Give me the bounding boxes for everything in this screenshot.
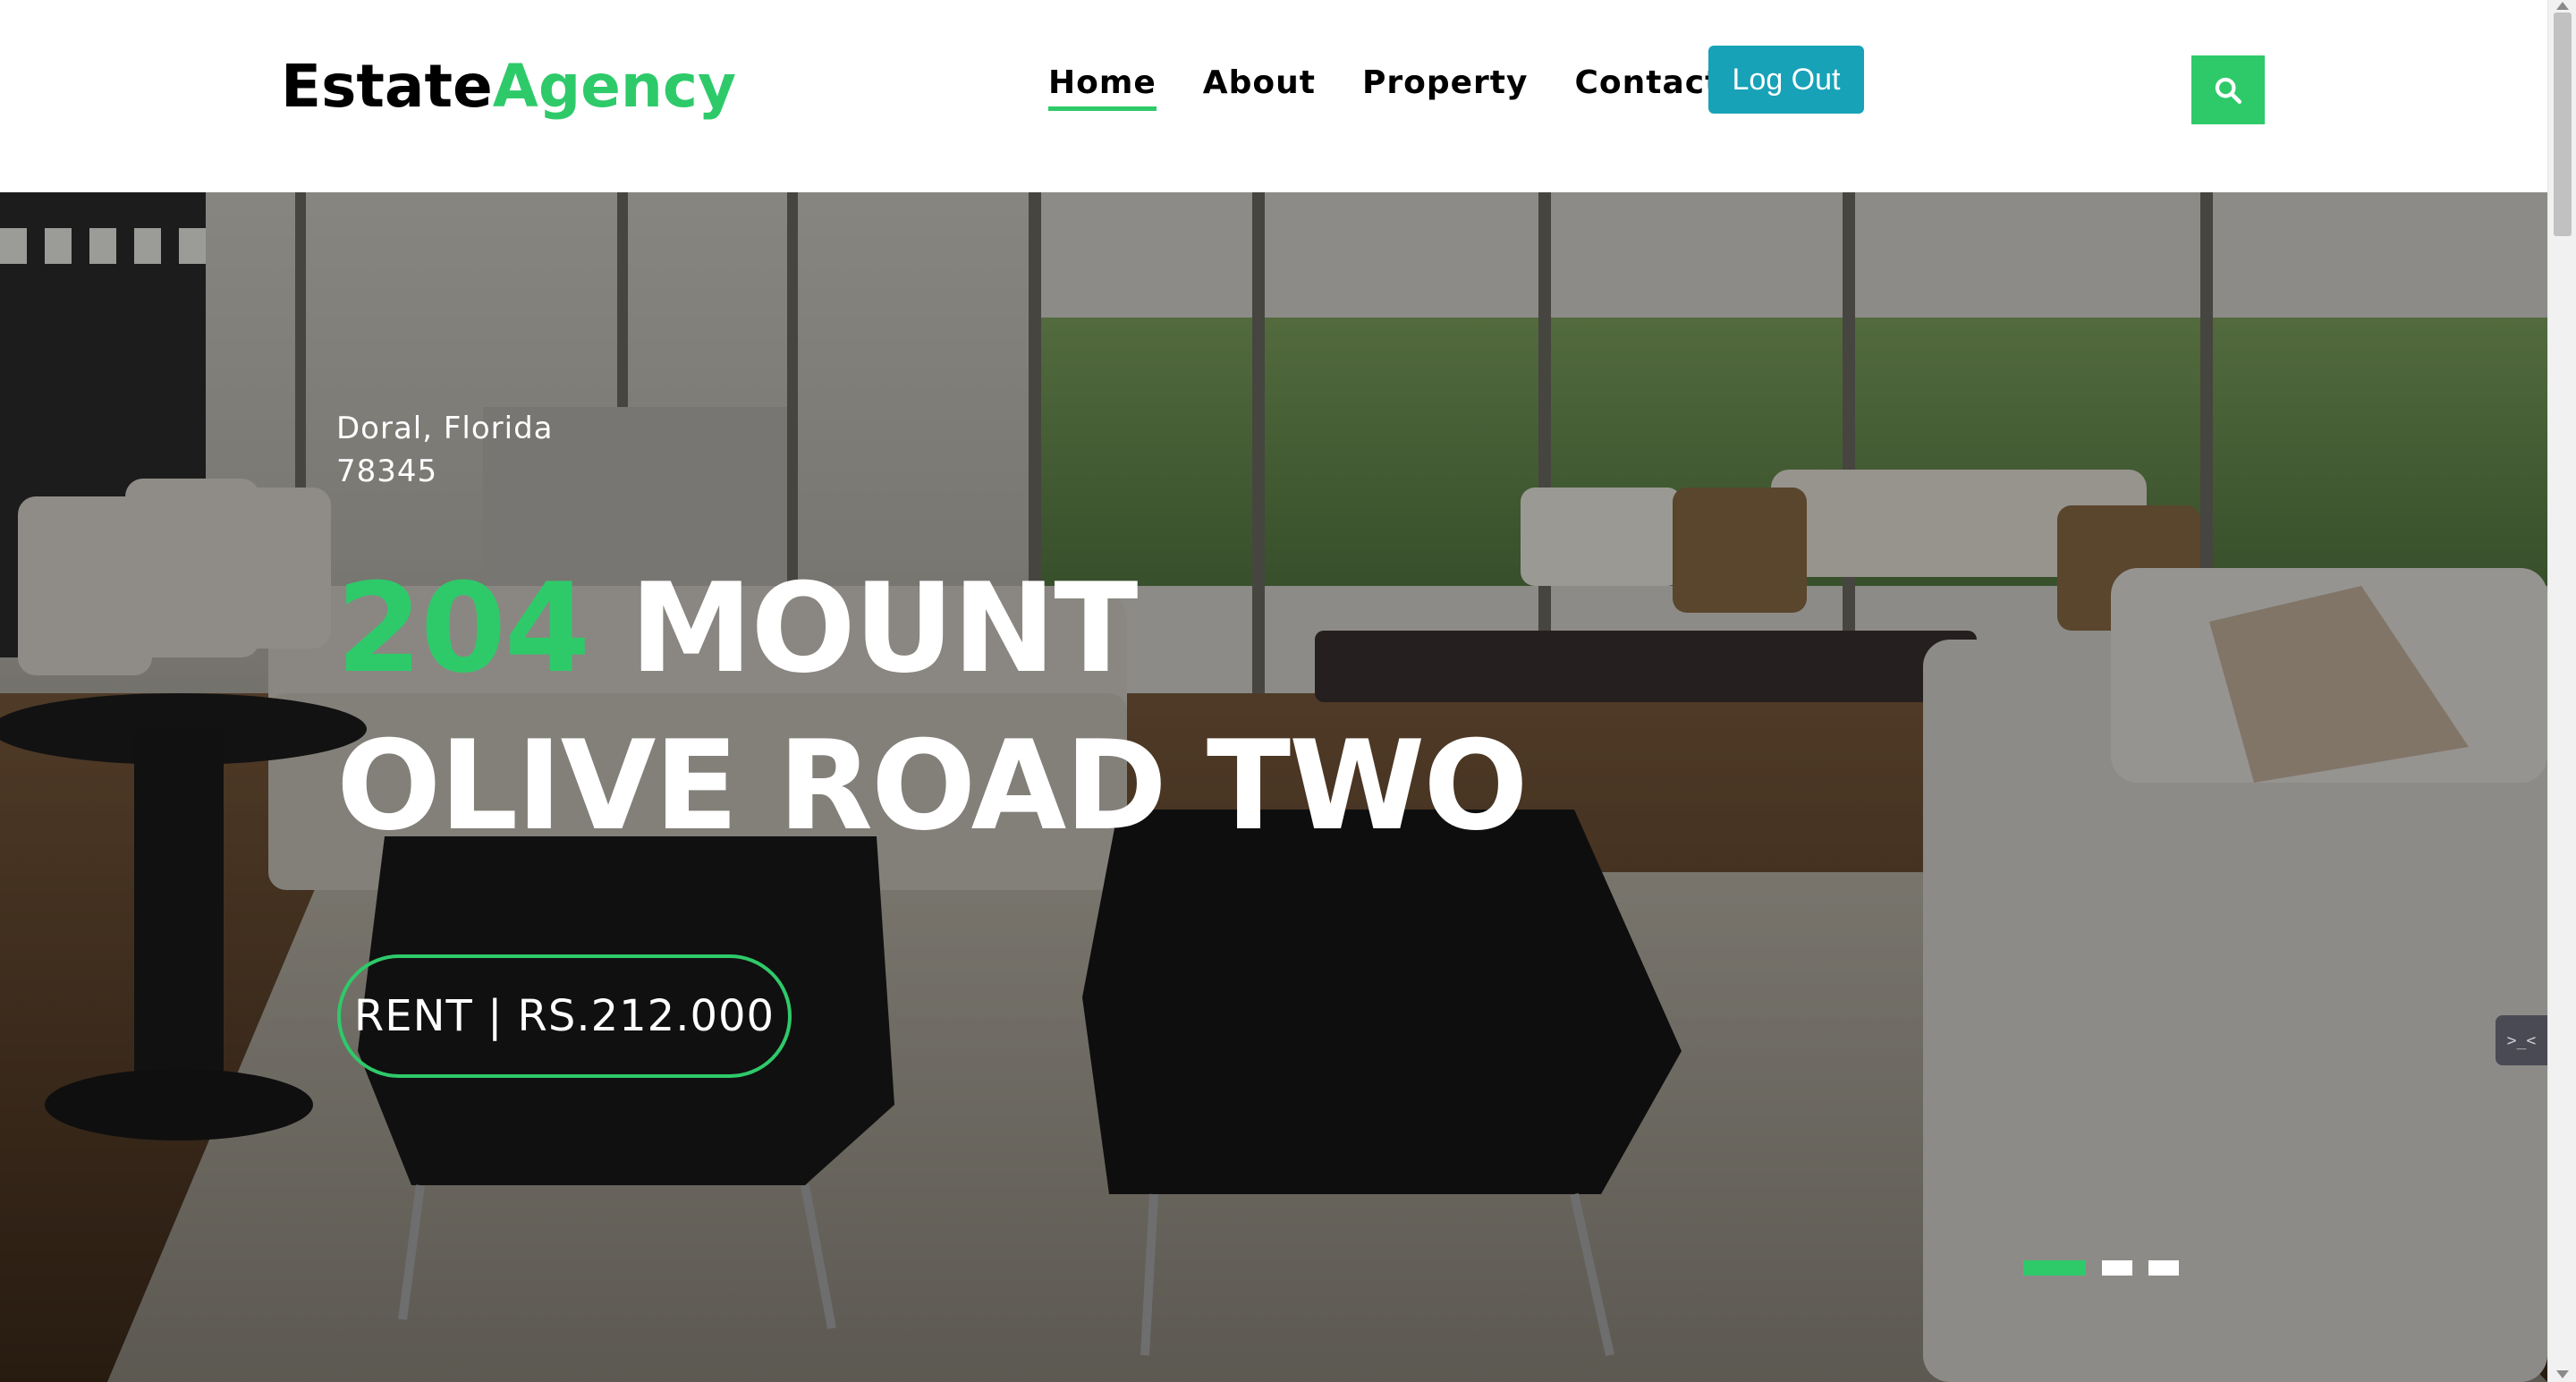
brand-logo[interactable]: EstateAgency [281,57,736,116]
main-nav: Home About Property Contact [1048,61,1767,112]
property-title: 204 MOUNT OLIVE ROAD TWO [336,550,1589,865]
search-icon [2215,77,2242,104]
scroll-down-icon[interactable] [2556,1370,2569,1378]
carousel-dot-2[interactable] [2102,1260,2132,1276]
hero-carousel: Doral, Florida 78345 204 MOUNT OLIVE ROA… [0,192,2547,1382]
title-line2: OLIVE ROAD TWO [336,714,1529,858]
price-button[interactable]: RENT | RS.212.000 [337,954,792,1078]
search-button[interactable] [2191,55,2265,124]
property-location: Doral, Florida 78345 [336,407,554,493]
scroll-up-icon[interactable] [2556,2,2569,10]
site-header: EstateAgency Home About Property Contact… [0,0,2547,192]
carousel-dot-1[interactable] [2023,1260,2086,1276]
brand-text-estate: Estate [281,52,493,121]
nav-property[interactable]: Property [1362,61,1529,106]
side-widget-icon[interactable]: >_< [2496,1015,2547,1065]
carousel-dot-3[interactable] [2148,1260,2179,1276]
title-number: 204 [336,556,590,700]
nav-about[interactable]: About [1203,61,1316,106]
scroll-thumb[interactable] [2554,13,2572,236]
location-zip: 78345 [336,454,438,489]
brand-text-agency: Agency [492,52,736,121]
page-scrollbar[interactable] [2547,0,2576,1382]
title-line1: MOUNT [589,556,1138,700]
logout-button[interactable]: Log Out [1708,46,1864,114]
carousel-indicators [2023,1260,2179,1276]
nav-contact[interactable]: Contact [1575,61,1722,106]
nav-home[interactable]: Home [1048,61,1157,112]
location-city: Doral, Florida [336,411,554,446]
